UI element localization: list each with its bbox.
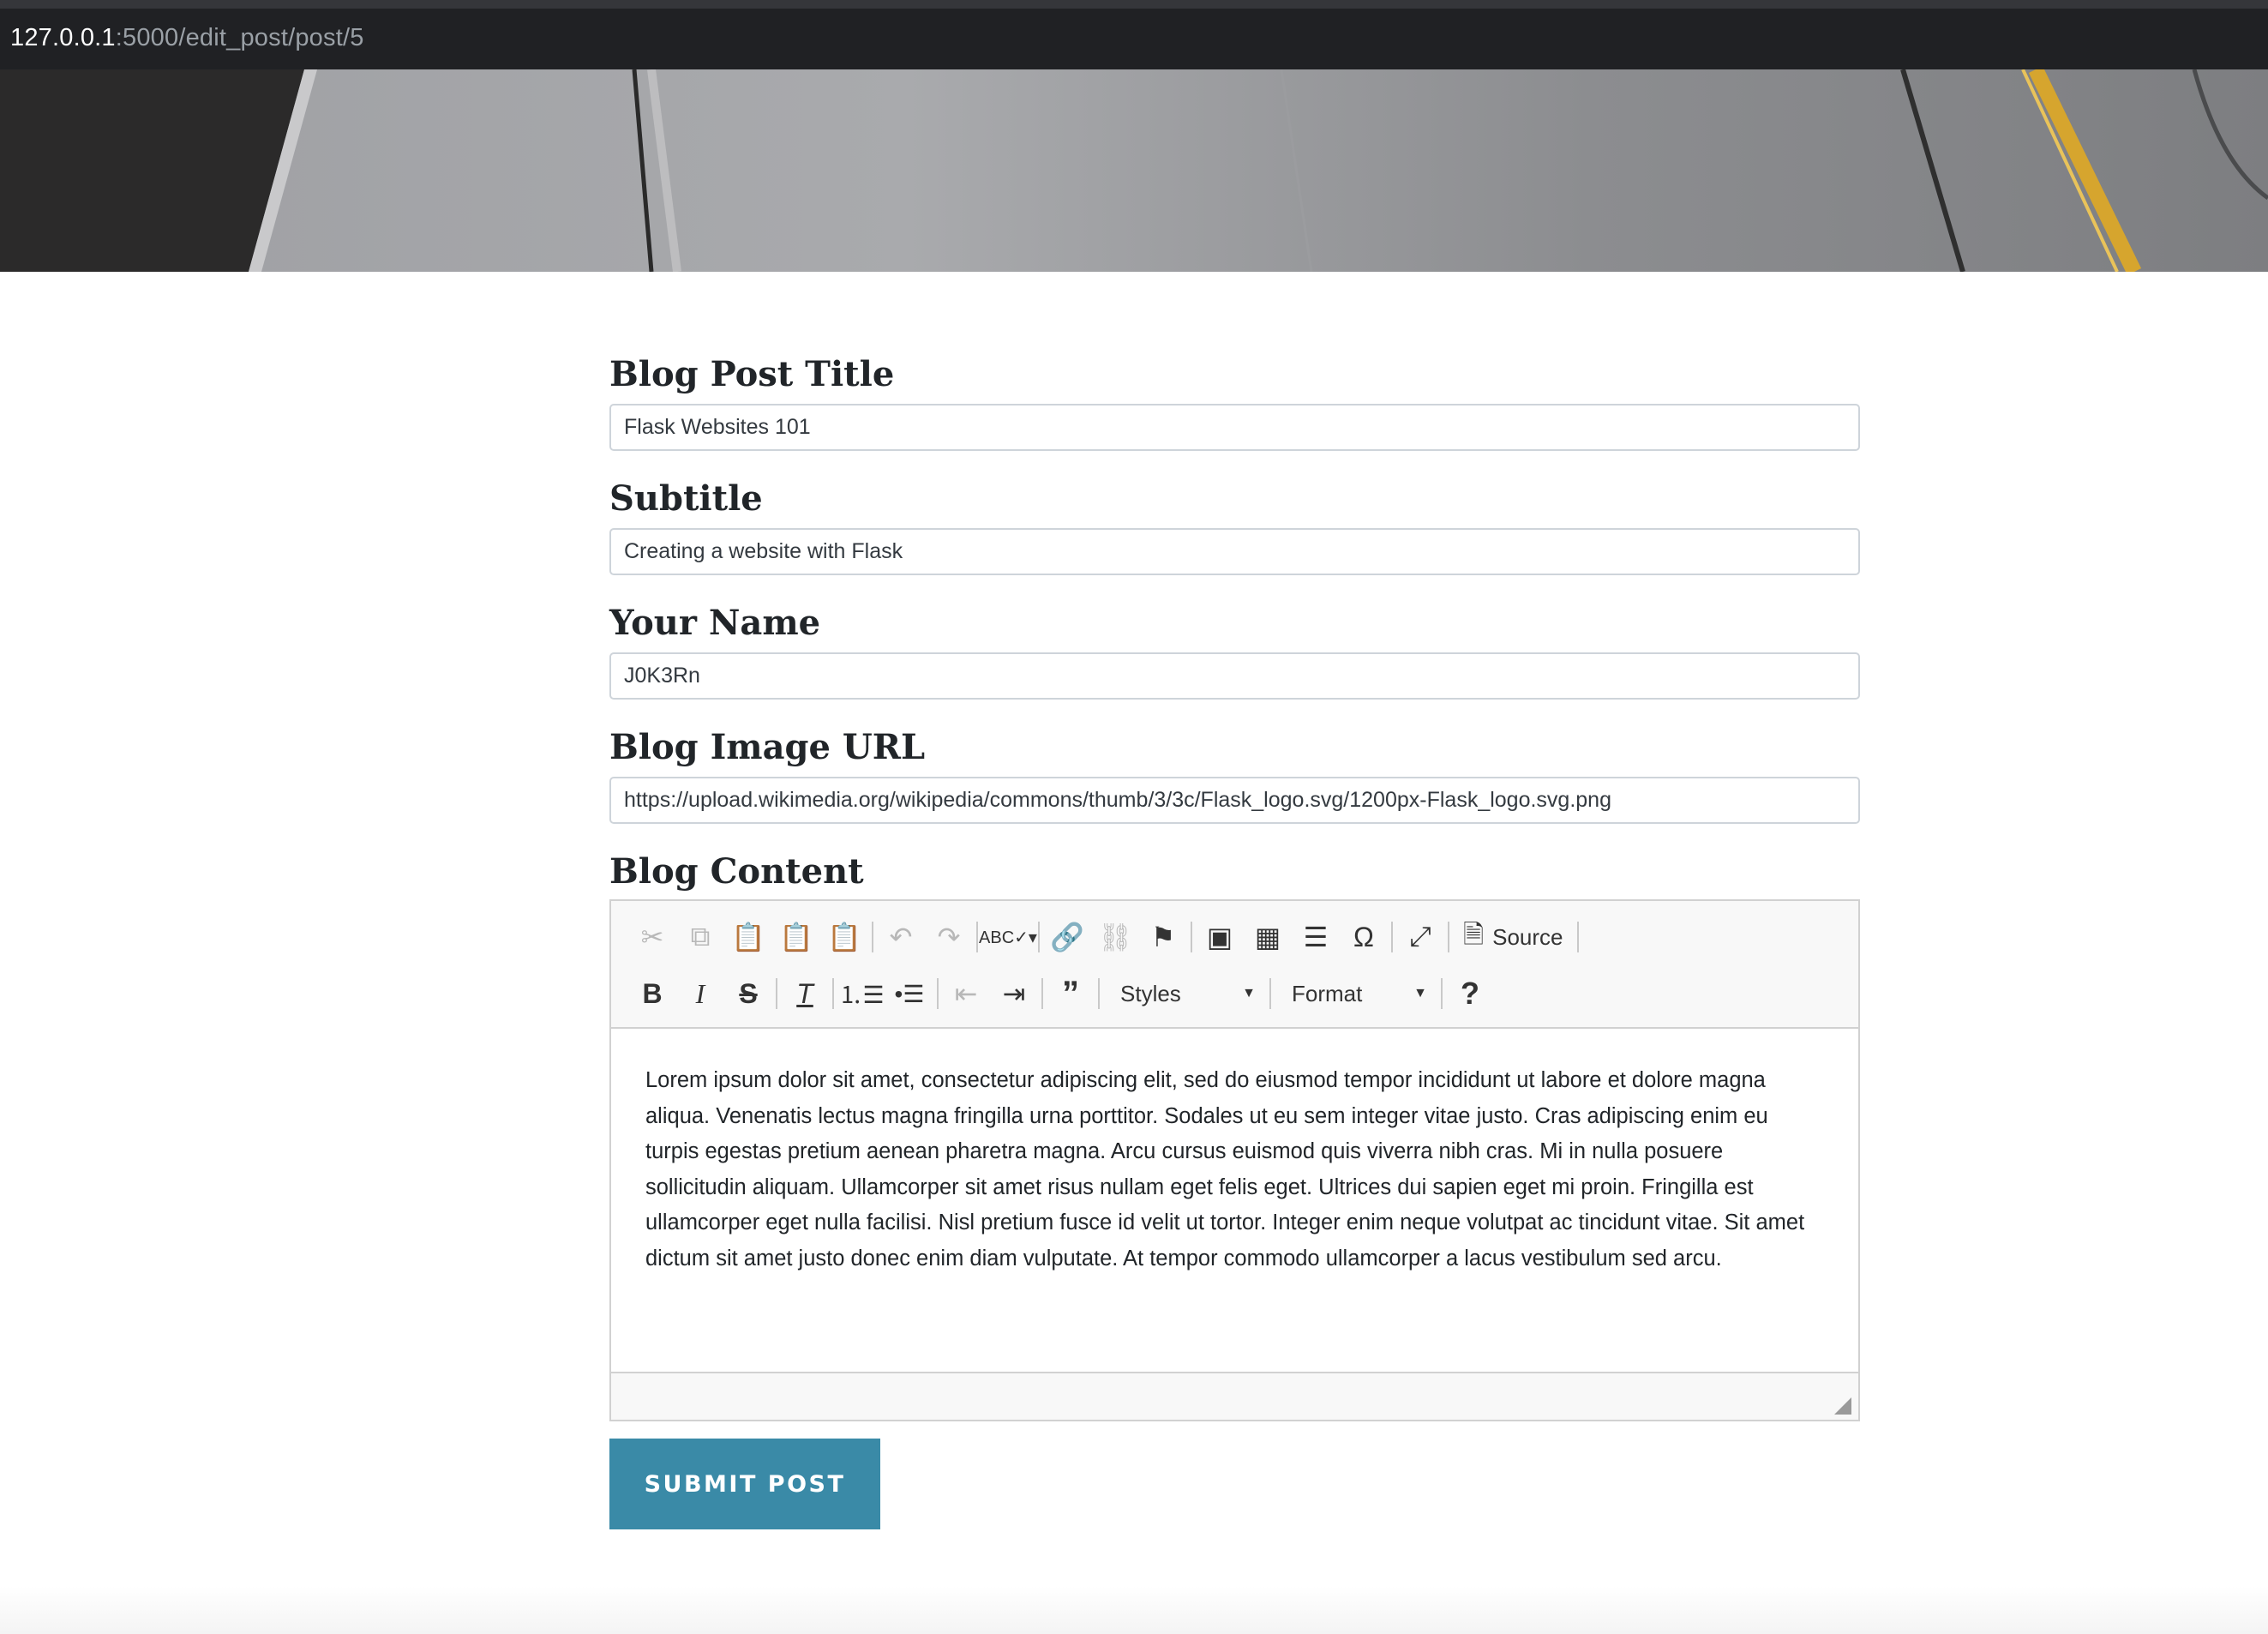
resize-handle-icon[interactable] [1834, 1397, 1851, 1415]
outdent-icon[interactable]: ⇤ [942, 971, 990, 1016]
browser-tab-strip [0, 0, 2268, 9]
unlink-icon[interactable]: ⛓ [1091, 915, 1139, 959]
image-url-input[interactable]: https://upload.wikimedia.org/wikipedia/c… [609, 777, 1860, 824]
paste-icon[interactable]: 📋 [724, 915, 772, 959]
rich-text-editor: ✂ ⧉ 📋 📋 📋 ↶ ↷ ABC✓▾ 🔗 ⛓ ⚑ ▣ ▦ ☰ Ω ⤢ 🗎 So… [609, 899, 1860, 1421]
image-icon[interactable]: ▣ [1196, 915, 1244, 959]
horizontal-line-icon[interactable]: ☰ [1292, 915, 1340, 959]
spellcheck-icon[interactable]: ABC✓▾ [979, 915, 1037, 959]
url-path: :5000/edit_post/post/5 [115, 24, 364, 51]
toolbar-separator [1391, 922, 1393, 952]
table-icon[interactable]: ▦ [1244, 915, 1292, 959]
header-background-image [0, 69, 2268, 272]
undo-icon[interactable]: ↶ [877, 915, 925, 959]
toolbar-separator [976, 922, 978, 952]
content-label: Blog Content [609, 851, 864, 892]
styles-label: Styles [1120, 980, 1181, 1006]
format-dropdown[interactable]: Format ▼ [1275, 971, 1437, 1016]
toolbar-separator [937, 978, 939, 1009]
copy-icon[interactable]: ⧉ [676, 915, 724, 959]
author-name-input[interactable]: J0K3Rn [609, 652, 1860, 700]
toolbar-separator [872, 922, 873, 952]
bulleted-list-icon[interactable]: •☰ [885, 971, 933, 1016]
paste-word-icon[interactable]: 📋 [820, 915, 868, 959]
cut-icon[interactable]: ✂ [628, 915, 676, 959]
url-field[interactable]: 127.0.0.1:5000/edit_post/post/5 [10, 21, 364, 55]
toolbar-row-2: B I S T ⒈☰ •☰ ⇤ ⇥ ” Styles ▼ Format ▼ ? [628, 970, 1494, 1018]
toolbar-separator [776, 978, 777, 1009]
submit-post-button[interactable]: SUBMIT POST [609, 1439, 880, 1529]
indent-icon[interactable]: ⇥ [990, 971, 1038, 1016]
footer-area [0, 1586, 2268, 1634]
toolbar-separator [1576, 922, 1579, 952]
strike-icon[interactable]: S [724, 971, 772, 1016]
paste-text-icon[interactable]: 📋 [772, 915, 820, 959]
toolbar-separator [1269, 978, 1271, 1009]
format-label: Format [1292, 980, 1363, 1006]
numbered-list-icon[interactable]: ⒈☰ [837, 971, 885, 1016]
toolbar-separator [1098, 978, 1100, 1009]
special-char-icon[interactable]: Ω [1340, 915, 1388, 959]
toolbar-row-1: ✂ ⧉ 📋 📋 📋 ↶ ↷ ABC✓▾ 🔗 ⛓ ⚑ ▣ ▦ ☰ Ω ⤢ 🗎 So… [628, 913, 1582, 961]
toolbar-separator [1441, 978, 1443, 1009]
maximize-icon[interactable]: ⤢ [1396, 915, 1444, 959]
editor-content-area[interactable]: Lorem ipsum dolor sit amet, consectetur … [611, 1029, 1858, 1372]
styles-dropdown[interactable]: Styles ▼ [1103, 971, 1266, 1016]
title-label: Blog Post Title [609, 354, 895, 394]
browser-address-bar: 127.0.0.1:5000/edit_post/post/5 [0, 0, 2268, 69]
url-host: 127.0.0.1 [10, 24, 116, 51]
toolbar-separator [1448, 922, 1449, 952]
toolbar-separator [1038, 922, 1040, 952]
source-label: Source [1492, 923, 1563, 950]
link-icon[interactable]: 🔗 [1043, 915, 1091, 959]
blockquote-icon[interactable]: ” [1047, 971, 1095, 1016]
editor-status-bar [611, 1372, 1858, 1420]
bold-icon[interactable]: B [628, 971, 676, 1016]
source-icon: 🗎 [1463, 920, 1485, 949]
edit-post-form: Blog Post Title Flask Websites 101 Subti… [609, 347, 1860, 1529]
subtitle-input[interactable]: Creating a website with Flask [609, 528, 1860, 575]
italic-icon[interactable]: I [676, 971, 724, 1016]
toolbar-separator [1041, 978, 1043, 1009]
toolbar-separator [832, 978, 834, 1009]
help-icon[interactable]: ? [1446, 971, 1494, 1016]
anchor-icon[interactable]: ⚑ [1139, 915, 1187, 959]
title-input[interactable]: Flask Websites 101 [609, 404, 1860, 451]
chevron-down-icon: ▼ [1413, 986, 1427, 1000]
author-name-label: Your Name [609, 603, 821, 643]
editor-toolbar: ✂ ⧉ 📋 📋 📋 ↶ ↷ ABC✓▾ 🔗 ⛓ ⚑ ▣ ▦ ☰ Ω ⤢ 🗎 So… [611, 901, 1858, 1029]
source-button[interactable]: 🗎 Source [1453, 915, 1574, 959]
chevron-down-icon: ▼ [1242, 986, 1256, 1000]
image-url-label: Blog Image URL [609, 727, 926, 767]
subtitle-label: Subtitle [609, 478, 763, 519]
remove-format-icon[interactable]: T [781, 971, 829, 1016]
toolbar-separator [1191, 922, 1192, 952]
redo-icon[interactable]: ↷ [925, 915, 973, 959]
